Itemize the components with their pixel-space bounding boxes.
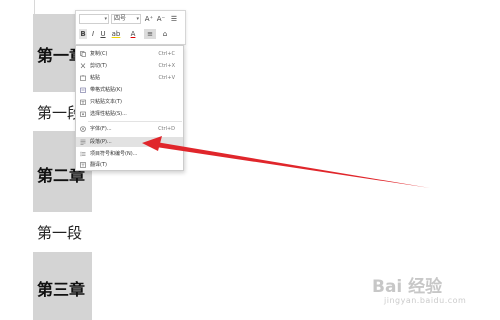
watermark-url: jingyan.baidu.com: [384, 296, 467, 305]
arrow-shaft: [156, 142, 430, 188]
arrow-head: [142, 136, 162, 151]
baidu-jingyan-watermark: Bai 经验 jingyan.baidu.com: [368, 272, 468, 308]
watermark-logo: Bai 经验: [372, 277, 443, 297]
